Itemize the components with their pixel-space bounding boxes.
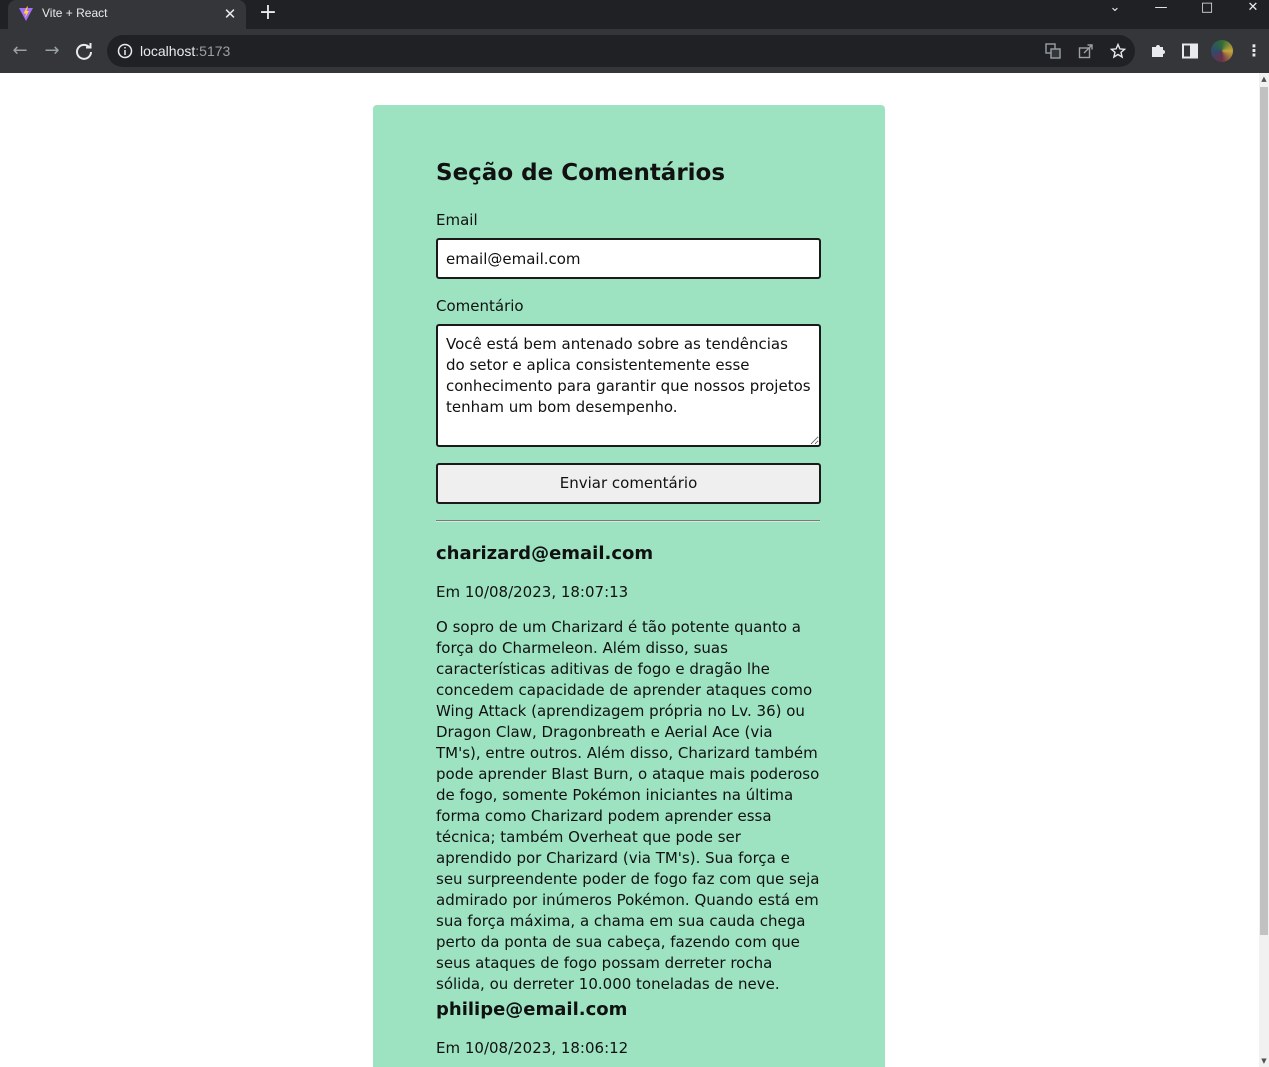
- address-bar[interactable]: localhost:5173: [107, 35, 1135, 67]
- comments-card: Seção de Comentários Email Comentário Vo…: [373, 105, 885, 1067]
- comment-date: Em 10/08/2023, 18:07:13: [436, 583, 629, 601]
- browser-menu-kebab-icon[interactable]: ⋮: [1246, 41, 1262, 61]
- reload-icon[interactable]: [73, 40, 95, 62]
- comment-label: Comentário: [436, 297, 524, 315]
- profile-avatar[interactable]: [1211, 40, 1233, 62]
- close-window-icon[interactable]: ✕: [1243, 0, 1263, 18]
- page-title: Seção de Comentários: [436, 160, 726, 186]
- url-text: localhost:5173: [140, 43, 230, 59]
- comment-author: philipe@email.com: [436, 999, 628, 1020]
- minimize-icon[interactable]: —: [1151, 0, 1171, 18]
- maximize-icon[interactable]: □: [1197, 0, 1217, 18]
- tab-close-icon[interactable]: ✕: [220, 4, 240, 24]
- email-label: Email: [436, 211, 478, 229]
- new-tab-plus-icon[interactable]: +: [256, 2, 280, 26]
- scroll-up-arrow-icon[interactable]: ▲: [1259, 73, 1269, 85]
- page-scrollbar[interactable]: ▲ ▼: [1259, 73, 1269, 1067]
- divider: [436, 520, 820, 522]
- back-arrow-icon[interactable]: ←: [8, 39, 32, 63]
- tab-search-chevron-icon[interactable]: ⌄: [1105, 0, 1125, 18]
- forward-arrow-icon[interactable]: →: [40, 39, 64, 63]
- share-icon[interactable]: [1078, 43, 1094, 59]
- browser-tab[interactable]: Vite + React ✕: [8, 0, 246, 29]
- side-panel-icon[interactable]: [1181, 42, 1199, 60]
- scrollbar-thumb[interactable]: [1260, 87, 1268, 935]
- comment-author: charizard@email.com: [436, 543, 654, 564]
- url-host: localhost: [140, 43, 196, 59]
- email-field[interactable]: [436, 238, 821, 279]
- site-info-icon[interactable]: [117, 43, 133, 59]
- comment-item: philipe@email.com Em 10/08/2023, 18:06:1…: [436, 999, 821, 1067]
- tab-title: Vite + React: [42, 6, 108, 20]
- page-viewport: Seção de Comentários Email Comentário Vo…: [0, 73, 1269, 1067]
- browser-tab-strip: Vite + React ✕ + ⌄ — □ ✕: [0, 0, 1269, 29]
- submit-comment-button[interactable]: Enviar comentário: [436, 463, 821, 504]
- extensions-puzzle-icon[interactable]: [1149, 42, 1167, 60]
- comment-date: Em 10/08/2023, 18:06:12: [436, 1039, 629, 1057]
- vite-logo-icon: [19, 6, 33, 21]
- comment-textarea[interactable]: Você está bem antenado sobre as tendênci…: [436, 324, 821, 447]
- comment-item: charizard@email.com Em 10/08/2023, 18:07…: [436, 543, 821, 995]
- comment-text: O sopro de um Charizard é tão potente qu…: [436, 618, 820, 993]
- translate-icon[interactable]: [1045, 43, 1061, 59]
- url-port: :5173: [195, 43, 231, 59]
- scroll-down-arrow-icon[interactable]: ▼: [1259, 1055, 1269, 1067]
- bookmark-star-icon[interactable]: [1110, 43, 1126, 59]
- browser-toolbar: ← → localhost:5173 ⋮: [0, 29, 1269, 73]
